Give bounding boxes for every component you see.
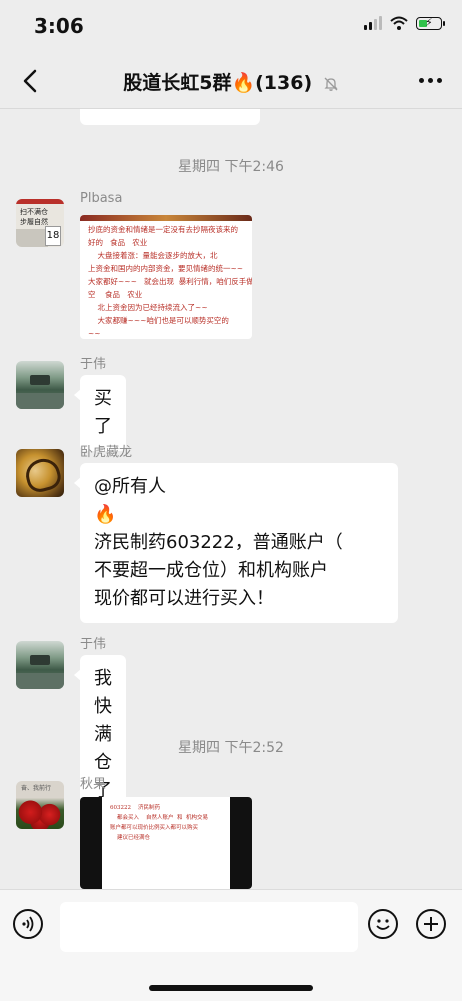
avatar[interactable]: 奋、我前行 [16, 781, 64, 829]
status-icons: ⚡ [364, 16, 445, 30]
image-text-line: 建议已经满仓 [110, 835, 150, 841]
sender-name: 秋果 [80, 777, 107, 792]
image-text-line: 大家都赚~~~咱们也是可以顺势买空的 [88, 316, 229, 325]
message-line: @所有人 [94, 476, 166, 497]
emoji-button[interactable] [368, 909, 398, 939]
message-line: 济民制药603222，普通账户（ [94, 532, 343, 553]
chat-title: 股道长虹5群🔥(136) [123, 72, 313, 94]
image-text-line: 好的 食品 农业 [88, 238, 148, 247]
home-indicator[interactable] [149, 985, 313, 991]
image-text: 603222 济民制药 都会买入 自然人账户 和 机构交易 账户都可以现价比例买… [110, 803, 208, 843]
image-text-line: 账户都可以现价比例买入都可以购买 [110, 825, 199, 831]
image-message[interactable]: 603222 济民制药 都会买入 自然人账户 和 机构交易 账户都可以现价比例买… [80, 797, 252, 889]
image-text: 抄底的资金和情绪是一定没有去抄隔夜该来的 好的 食品 农业 大盘接着涨：量能会逐… [80, 221, 252, 339]
message-input[interactable] [60, 902, 358, 952]
chat-header: 股道长虹5群🔥(136) [0, 56, 462, 109]
image-text-line: 北上资金因为已经持续流入了~~ [88, 303, 208, 312]
image-text-line: 抄底的资金和情绪是一定没有去抄隔夜该来的 [88, 225, 238, 234]
emoji-icon [376, 919, 390, 930]
image-text-line: 大盘接着涨：量能会逐步的放大，北 [88, 251, 218, 260]
avatar[interactable] [16, 641, 64, 689]
image-text-line: ~~ [88, 329, 101, 338]
image-text-line: 上资金和国内的内部资金，要见情绪的统一~~ [88, 264, 244, 273]
sender-name: 于伟 [80, 357, 107, 372]
signal-icon [364, 16, 382, 30]
plus-button[interactable] [416, 909, 446, 939]
image-message[interactable]: 抄底的资金和情绪是一定没有去抄隔夜该来的 好的 食品 农业 大盘接着涨：量能会逐… [80, 215, 252, 339]
avatar-caption: 步履自然 [20, 218, 48, 226]
message-bubble[interactable]: @所有人 🔥 济民制药603222，普通账户（ 不要超一成仓位）和机构账户 现价… [74, 463, 398, 623]
wifi-icon [390, 16, 408, 30]
message-line: 🔥 [94, 504, 117, 525]
sender-name: Plbasa [80, 191, 123, 206]
avatar-calendar-number: 18 [45, 226, 61, 246]
voice-icon [22, 916, 34, 932]
battery-icon: ⚡ [416, 16, 445, 30]
image-text-line: 603222 济民制药 [110, 805, 160, 811]
more-dots-icon [419, 78, 424, 83]
sender-name: 于伟 [80, 637, 107, 652]
avatar-caption: 奋、我前行 [21, 785, 52, 792]
image-text-line: 都会买入 自然人账户 和 机构交易 [110, 815, 208, 821]
avatar-caption: 扫不满仓 [20, 208, 48, 216]
bell-off-icon [324, 77, 338, 91]
avatar[interactable]: 扫不满仓 步履自然 18 [16, 199, 64, 247]
image-text-line: 大家都好~~~ 就会出现 暴利行情，咱们反手做 [88, 277, 252, 286]
avatar[interactable] [16, 361, 64, 409]
image-text-line: 空 食品 农业 [88, 290, 143, 299]
message-line: 不要超一成仓位）和机构账户 [94, 560, 328, 581]
previous-message-bubble[interactable] [80, 109, 260, 125]
message-line: 现价都可以进行买入！ [94, 588, 274, 609]
time-divider: 星期四 下午2:46 [178, 159, 284, 175]
time-divider: 星期四 下午2:52 [178, 740, 284, 756]
avatar[interactable] [16, 449, 64, 497]
status-time: 3:06 [34, 14, 84, 38]
message-text: 买了 [94, 388, 112, 437]
chat-title-wrap: 股道长虹5群🔥(136) [0, 68, 462, 95]
chat-messages[interactable]: 星期四 下午2:46 扫不满仓 步履自然 18 Plbasa 抄底的资金和情绪是… [0, 109, 462, 889]
input-bar [0, 889, 462, 1001]
voice-button[interactable] [13, 909, 43, 939]
more-button[interactable] [419, 78, 442, 83]
plus-icon [424, 917, 438, 931]
sender-name: 卧虎藏龙 [80, 445, 133, 460]
status-bar: 3:06 ⚡ [0, 0, 462, 56]
message-bubble[interactable]: 买了 [74, 375, 126, 451]
